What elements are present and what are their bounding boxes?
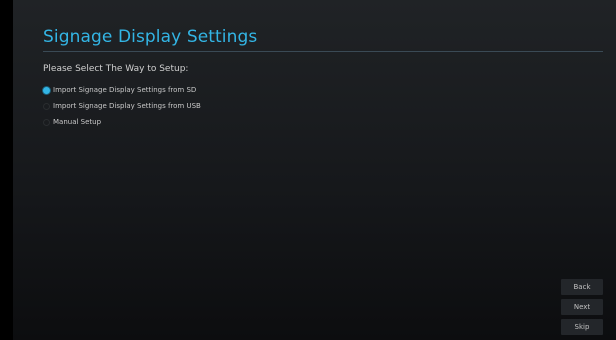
option-label: Import Signage Display Settings from USB xyxy=(53,102,201,110)
radio-unselected-icon[interactable] xyxy=(43,102,50,110)
option-import-sd[interactable]: Import Signage Display Settings from SD xyxy=(43,82,201,98)
radio-unselected-icon[interactable] xyxy=(43,118,50,126)
option-manual-setup[interactable]: Manual Setup xyxy=(43,114,201,130)
skip-button[interactable]: Skip xyxy=(561,319,603,335)
next-button[interactable]: Next xyxy=(561,299,603,315)
back-button[interactable]: Back xyxy=(561,279,603,295)
settings-screen: Signage Display Settings Please Select T… xyxy=(13,0,616,340)
title-divider xyxy=(43,51,603,52)
setup-prompt: Please Select The Way to Setup: xyxy=(43,64,189,74)
radio-selected-icon[interactable] xyxy=(43,86,50,94)
page-title: Signage Display Settings xyxy=(43,27,258,47)
setup-options-group: Import Signage Display Settings from SD … xyxy=(43,82,201,130)
option-import-usb[interactable]: Import Signage Display Settings from USB xyxy=(43,98,201,114)
option-label: Manual Setup xyxy=(53,118,102,126)
option-label: Import Signage Display Settings from SD xyxy=(53,86,197,94)
navigation-buttons: Back Next Skip xyxy=(561,279,603,335)
